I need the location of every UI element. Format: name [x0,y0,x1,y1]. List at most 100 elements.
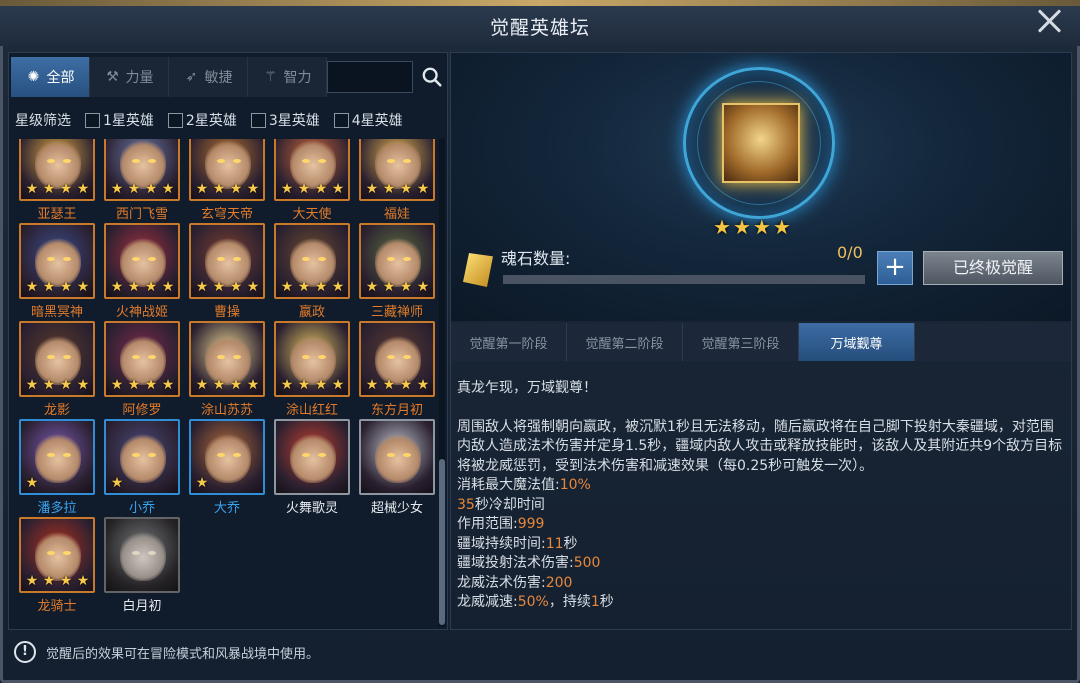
star-icon: ★ [314,279,328,295]
hero-card[interactable]: ★ ★ ★ ★ 三藏禅师 [359,223,435,320]
hero-card[interactable]: ★ 大乔 [189,419,265,516]
hero-name: 涂山苏苏 [200,403,253,418]
hero-eye [132,355,140,359]
star-icon: ★ [144,181,158,197]
star-icon: ★ [42,279,56,295]
tab-agility[interactable]: ➶ 敏捷 [169,57,248,97]
hero-name: 阿修罗 [122,403,162,418]
stat-label: 秒冷却时间 [474,496,545,513]
hero-eye [148,551,156,555]
hero-eye [132,159,140,163]
hero-eye [217,257,225,261]
hero-eye [302,159,310,163]
hero-card[interactable]: ★ ★ ★ ★ 阿修罗 [104,321,180,418]
hero-portrait: ★ [104,419,180,495]
checkbox[interactable] [85,112,100,128]
hero-portrait [359,419,435,495]
star-icon: ★ [416,279,430,295]
star-icon: ★ [382,377,396,393]
soul-stone-label: 魂石数量: [501,249,571,268]
star-filter-4[interactable]: 4星英雄 [333,110,403,130]
search-input[interactable] [327,61,413,93]
scroll-thumb[interactable] [439,459,445,625]
hero-card[interactable]: ★ ★ ★ ★ 玄穹天帝 [189,139,265,222]
tab-intelligence[interactable]: ⚚ 智力 [248,57,327,97]
hero-card[interactable]: ★ ★ ★ ★ 福娃 [359,139,435,222]
tab-all[interactable]: ✺ 全部 [11,57,90,97]
hero-card[interactable]: ★ 潘多拉 [19,419,95,516]
hero-name: 龙骑士 [37,599,77,614]
hero-stars: ★ ★ ★ ★ [109,280,176,294]
hero-list-scrollbar[interactable] [439,139,445,627]
stat-label: 龙威减速: [457,594,518,610]
checkbox[interactable] [333,112,349,128]
hero-stars: ★ ★ ★ ★ [194,280,261,294]
star-icon: ★ [246,181,260,197]
stat-unit: 秒 [563,535,578,552]
hero-card[interactable]: ★ ★ ★ ★ 曹操 [189,223,265,320]
hero-name: 三藏禅师 [370,305,423,320]
star-icon: ★ [314,181,328,197]
hero-eye [318,257,326,261]
close-icon[interactable] [1036,8,1062,34]
add-soul-stone-button[interactable]: + [877,251,913,285]
star-icon: ★ [42,377,56,393]
hero-portrait [104,517,180,593]
tab-stage-ultimate[interactable]: 万域觐尊 [799,323,915,361]
star-icon: ★ [161,377,175,393]
hero-card[interactable]: ★ ★ ★ ★ 龙影 [19,321,95,418]
hero-eye [132,453,140,457]
tab-strength[interactable]: ⚒ 力量 [90,57,169,97]
hero-card[interactable]: ★ ★ ★ ★ 嬴政 [274,223,350,320]
hero-face [120,431,166,483]
star-filter-1[interactable]: 1星英雄 [85,110,154,130]
hero-card[interactable]: ★ ★ ★ ★ 火神战姬 [104,223,180,320]
checkbox[interactable] [250,112,266,128]
star-icon: ★ [416,377,430,393]
star-icon: ★ [110,377,124,393]
stat-label: 疆域持续时间: [457,535,546,552]
tab-stage-2[interactable]: 觉醒第二阶段 [567,323,683,361]
hero-card[interactable]: ★ ★ ★ ★ 东方月初 [359,321,435,418]
hero-stars: ★ ★ ★ ★ [364,280,431,294]
hero-card[interactable]: ★ ★ ★ ★ 西门飞雪 [104,139,180,222]
all-icon: ✺ [27,69,40,85]
hero-card[interactable]: 火舞歌灵 [274,419,350,516]
hero-card[interactable]: ★ ★ ★ ★ 涂山红红 [274,321,350,418]
window-title: 觉醒英雄坛 [489,16,590,39]
skill-description: 真龙乍现，万域觐尊！ 周围敌人将强制朝向嬴政，被沉默1秒且无法移动，随后嬴政将在… [457,379,1063,613]
star-icon: ★ [331,181,345,197]
checkbox[interactable] [167,112,183,128]
hero-stars: ★ ★ ★ ★ [194,182,261,196]
hero-card[interactable]: ★ ★ ★ ★ 暗黑冥神 [19,223,95,320]
hero-face [35,431,81,483]
star-filter-2[interactable]: 2星英雄 [167,110,237,130]
star-icon: ★ [25,573,39,589]
hero-eye [217,355,225,359]
hero-name: 嬴政 [298,305,325,320]
star-icon: ★ [59,279,73,295]
star-icon: ★ [195,279,209,295]
hero-card[interactable]: ★ ★ ★ ★ 亚瑟王 [19,139,95,222]
hero-grid: ★ ★ ★ ★ 亚瑟王 ★ ★ ★ ★ 西门飞雪 ★ ★ ★ ★ 玄穹天帝 ★ ★ ★ ★ 大天使 ★ ★ ★ ★ 福娃 ★ ★ ★ ★… [13,139,437,627]
tab-stage-3[interactable]: 觉醒第三阶段 [683,323,799,361]
notice-bar: ! 觉醒后的效果可在冒险模式和风暴战境中使用。 [14,640,319,664]
stat-value: 11 [545,535,564,552]
search-button[interactable] [417,61,447,93]
hero-eye [47,355,55,359]
hero-eye [47,551,55,555]
hero-card[interactable]: ★ ★ ★ ★ 龙骑士 [19,517,95,614]
tab-stage-1[interactable]: 觉醒第一阶段 [451,323,567,361]
hero-card[interactable]: ★ ★ ★ ★ 涂山苏苏 [189,321,265,418]
hero-card[interactable]: 白月初 [104,517,180,614]
hero-portrait: ★ ★ ★ ★ [19,223,95,299]
hero-card[interactable]: ★ 小乔 [104,419,180,516]
awaken-button[interactable]: 已终极觉醒 [923,251,1063,285]
intelligence-icon: ⚚ [264,69,277,85]
star-icon: ★ [25,377,39,393]
hero-card[interactable]: ★ ★ ★ ★ 大天使 [274,139,350,222]
star-filter-3[interactable]: 3星英雄 [250,110,320,130]
star-icon: ★ [127,181,141,197]
hero-eye [387,355,395,359]
hero-card[interactable]: 超械少女 [359,419,435,516]
